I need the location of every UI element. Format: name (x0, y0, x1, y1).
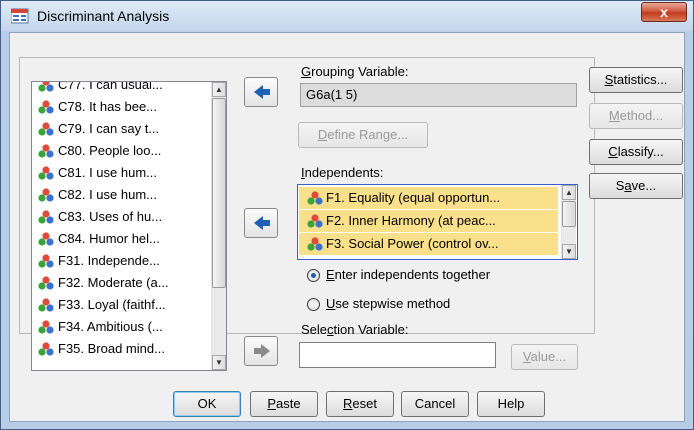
nominal-variable-icon (38, 254, 54, 268)
independent-variable-item[interactable]: F1. Equality (equal opportun... (299, 187, 558, 209)
nominal-variable-icon (38, 188, 54, 202)
move-to-independents-button[interactable] (244, 208, 278, 238)
arrow-right-icon (254, 344, 270, 358)
close-button[interactable]: x (641, 2, 687, 22)
close-icon: x (660, 4, 668, 20)
title-bar[interactable]: Discriminant Analysis x (1, 1, 693, 31)
scroll-thumb[interactable] (212, 98, 226, 288)
arrow-left-icon (254, 216, 270, 230)
independents-scrollbar[interactable]: ▲ ▼ (561, 185, 576, 259)
nominal-variable-icon (38, 298, 54, 312)
window-title: Discriminant Analysis (37, 8, 170, 24)
stepwise-label[interactable]: Use stepwise method (326, 296, 450, 311)
nominal-variable-icon (38, 100, 54, 114)
arrow-right-icon (254, 85, 270, 99)
variable-label: C78. It has bee... (58, 99, 158, 114)
move-to-selection-button[interactable] (244, 336, 278, 366)
independent-variable-item[interactable]: F2. Inner Harmony (at peac... (299, 210, 558, 232)
enter-together-label[interactable]: Enter independents together (326, 267, 490, 282)
define-range-button[interactable]: Define Range... (298, 122, 428, 148)
nominal-variable-icon (38, 232, 54, 246)
nominal-variable-icon (38, 320, 54, 334)
independent-variable-label: F3. Social Power (control ov... (326, 236, 499, 251)
scroll-thumb[interactable] (562, 201, 576, 227)
nominal-variable-icon (38, 82, 54, 92)
variable-label: C80. People loo... (58, 143, 162, 158)
scroll-down-arrow-icon[interactable]: ▼ (562, 244, 576, 259)
variable-label: F35. Broad mind... (58, 341, 165, 356)
independent-variable-label: F1. Equality (equal opportun... (326, 190, 501, 205)
nominal-variable-icon (38, 342, 54, 356)
independent-variable-label: F2. Inner Harmony (at peac... (326, 213, 496, 228)
ok-button[interactable]: OK (173, 391, 241, 417)
nominal-variable-icon (38, 210, 54, 224)
grouping-variable-value: G6a(1 5) (306, 87, 358, 102)
selection-variable-label: Selection Variable: (301, 322, 409, 337)
variable-label: C79. I can say t... (58, 121, 160, 136)
variable-label: C84. Humor hel... (58, 231, 160, 246)
nominal-variable-icon (307, 191, 323, 205)
variable-label: F33. Loyal (faithf... (58, 297, 166, 312)
scroll-up-arrow-icon[interactable]: ▲ (212, 82, 226, 97)
source-variable-list[interactable]: C77. I can usual... C78. It has bee... C79… (31, 81, 227, 371)
reset-button[interactable]: Reset (326, 391, 394, 417)
enter-together-radio[interactable] (307, 269, 320, 282)
value-button[interactable]: Value... (511, 344, 578, 370)
variable-label: F31. Independe... (58, 253, 160, 268)
help-button[interactable]: Help (477, 391, 545, 417)
selection-variable-field[interactable] (299, 342, 496, 368)
independents-label: Independents: (301, 165, 384, 180)
nominal-variable-icon (38, 276, 54, 290)
statistics-button[interactable]: Statistics... (589, 67, 683, 93)
variable-label: C83. Uses of hu... (58, 209, 163, 224)
dialog-window: Discriminant Analysis x C77. I can usual… (0, 0, 694, 430)
variable-label: C77. I can usual... (58, 81, 163, 92)
save-button[interactable]: Save... (589, 173, 683, 199)
grouping-variable-label: Grouping Variable: (301, 64, 409, 79)
independents-list[interactable]: F1. Equality (equal opportun... F2. Inner… (297, 184, 578, 260)
independent-variable-item[interactable]: F3. Social Power (control ov... (299, 233, 558, 255)
method-button[interactable]: Method... (589, 103, 683, 129)
variable-label: C81. I use hum... (58, 165, 157, 180)
grouping-variable-field[interactable]: G6a(1 5) (300, 83, 577, 107)
nominal-variable-icon (307, 214, 323, 228)
list-scrollbar[interactable]: ▲ ▼ (211, 82, 226, 370)
nominal-variable-icon (38, 122, 54, 136)
variable-label: F34. Ambitious (... (58, 319, 163, 334)
variable-label: F32. Moderate (a... (58, 275, 169, 290)
move-to-grouping-button[interactable] (244, 77, 278, 107)
variable-label: C82. I use hum... (58, 187, 157, 202)
nominal-variable-icon (38, 144, 54, 158)
scroll-up-arrow-icon[interactable]: ▲ (562, 185, 576, 200)
app-icon (11, 8, 29, 24)
nominal-variable-icon (307, 237, 323, 251)
cancel-button[interactable]: Cancel (401, 391, 469, 417)
paste-button[interactable]: Paste (250, 391, 318, 417)
nominal-variable-icon (38, 166, 54, 180)
scroll-down-arrow-icon[interactable]: ▼ (212, 355, 226, 370)
classify-button[interactable]: Classify... (589, 139, 683, 165)
stepwise-radio[interactable] (307, 298, 320, 311)
